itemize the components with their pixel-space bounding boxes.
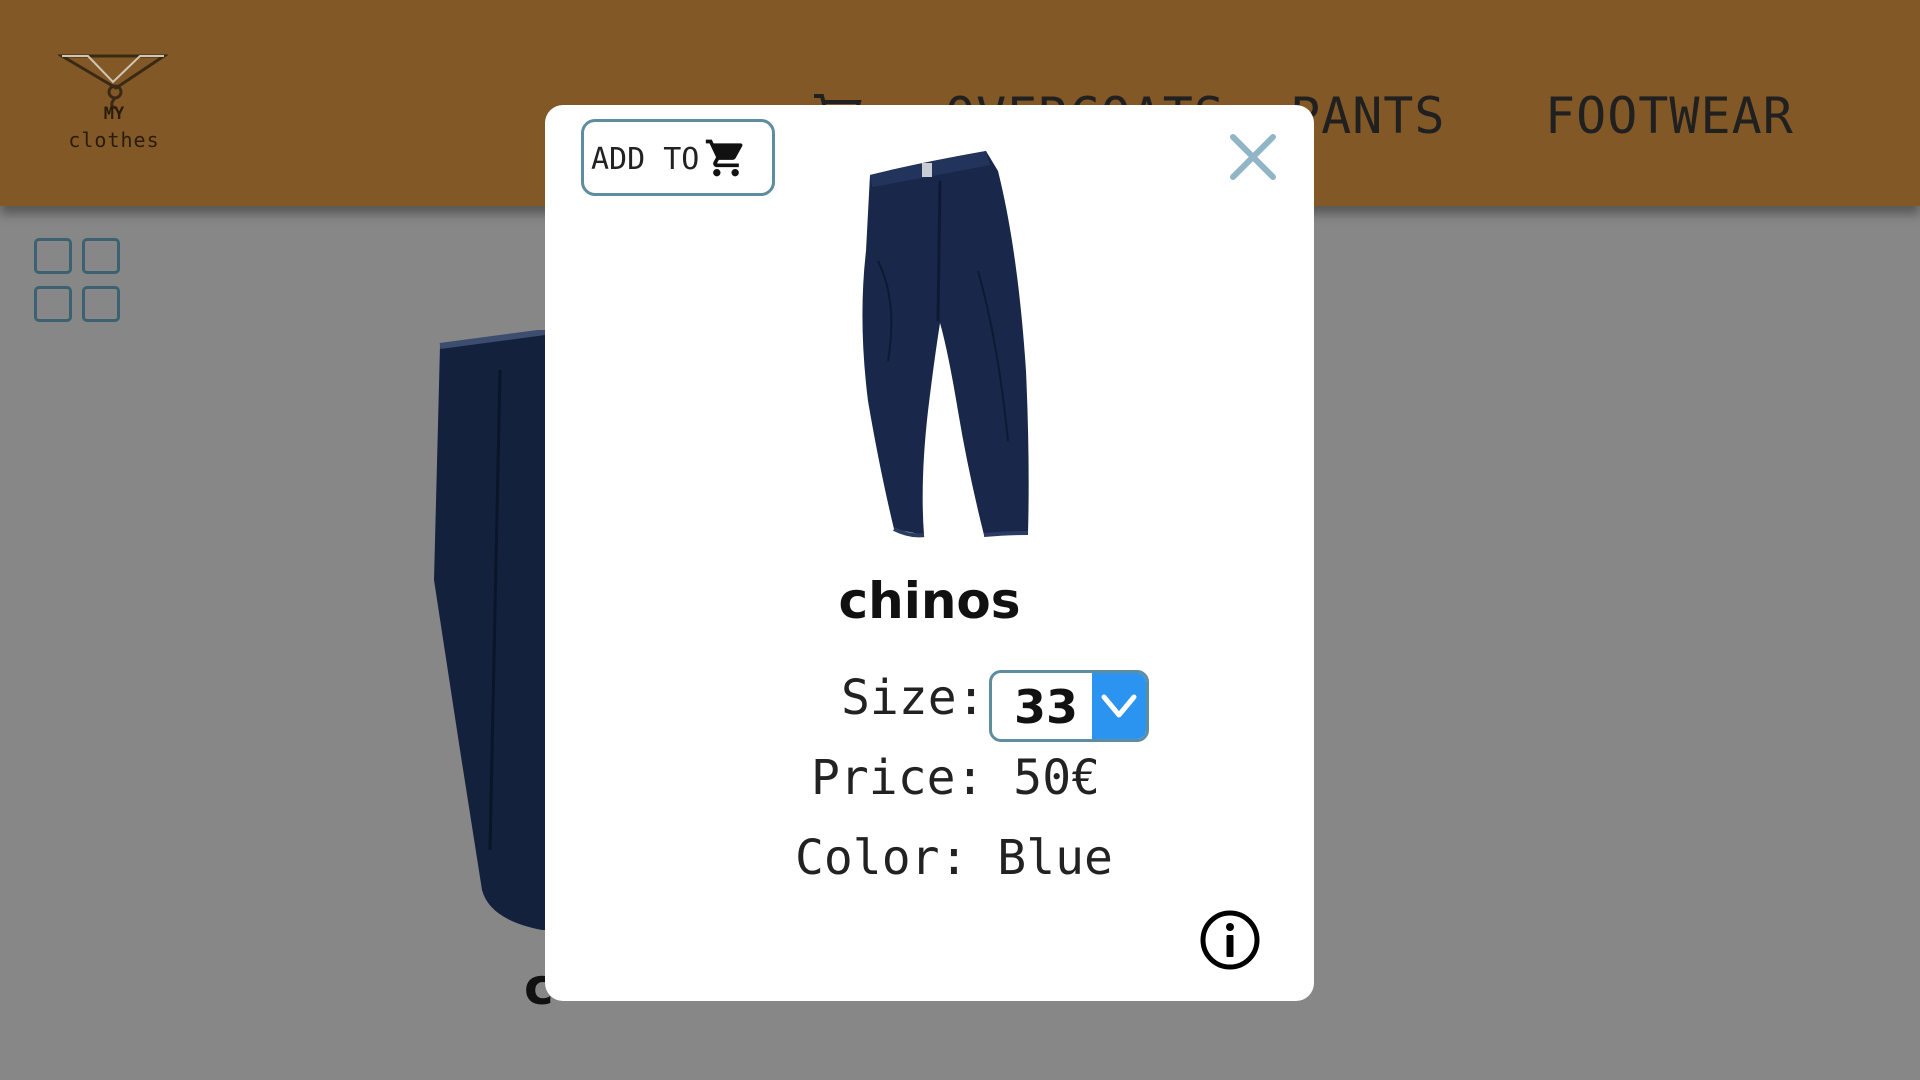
logo-text-my: MY <box>103 104 125 124</box>
product-name: chinos <box>838 572 1021 630</box>
color-row: Color: Blue <box>795 830 1113 886</box>
price-row: Price: 50€ <box>811 750 1100 806</box>
grid-view-icon[interactable] <box>34 238 126 326</box>
close-icon[interactable] <box>1227 131 1279 183</box>
size-label: Size: <box>841 670 986 726</box>
size-selected-value: 33 <box>1014 680 1079 734</box>
product-image <box>858 141 1088 545</box>
price-label: Price: <box>811 750 985 806</box>
product-detail-modal: ADD TO chinos Size: 33 Price: 50€ Color:… <box>545 105 1314 1001</box>
grid-cell <box>82 238 120 274</box>
color-value: Blue <box>997 830 1113 886</box>
grid-cell <box>82 286 120 322</box>
grid-cell <box>34 238 72 274</box>
price-value: 50€ <box>1013 750 1100 806</box>
size-select[interactable]: 33 <box>989 670 1149 742</box>
cart-icon <box>704 136 748 184</box>
grid-cell <box>34 286 72 322</box>
add-to-cart-button[interactable]: ADD TO <box>581 119 775 196</box>
info-icon[interactable] <box>1199 909 1261 975</box>
hanger-logo-icon <box>58 54 168 110</box>
chevron-down-icon[interactable] <box>1092 673 1146 739</box>
nav-item-footwear[interactable]: FOOTWEAR <box>1545 86 1794 146</box>
logo-text-clothes: clothes <box>68 128 160 152</box>
site-logo[interactable]: MY clothes <box>54 48 174 154</box>
add-to-cart-label: ADD TO <box>591 142 700 177</box>
color-label: Color: <box>795 830 969 886</box>
